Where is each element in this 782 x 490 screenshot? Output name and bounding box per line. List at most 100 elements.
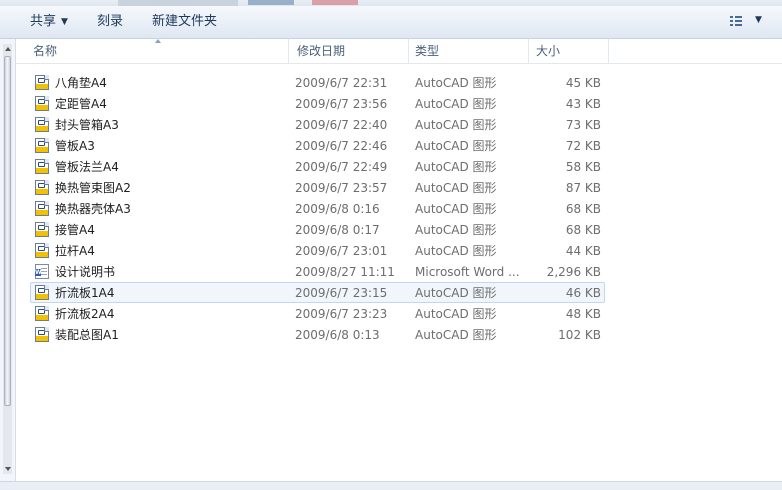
file-row[interactable]: 八角垫A4 2009/6/7 22:31 AutoCAD 图形 45 KB (30, 72, 605, 93)
autocad-dwg-icon (35, 306, 49, 321)
autocad-dwg-icon (35, 243, 49, 258)
file-type: AutoCAD 图形 (415, 286, 497, 300)
command-bar: 共享 ▼ 刻录 新建文件夹 ▼ (0, 6, 782, 39)
scroll-up-arrow-icon[interactable] (5, 47, 11, 51)
file-row[interactable]: 换热器壳体A3 2009/6/8 0:16 AutoCAD 图形 68 KB (30, 198, 605, 219)
file-row[interactable]: 接管A4 2009/6/8 0:17 AutoCAD 图形 68 KB (30, 219, 605, 240)
file-name: 管板法兰A4 (55, 160, 119, 174)
column-header: 名称 修改日期 类型 大小 (16, 39, 782, 64)
file-type: AutoCAD 图形 (415, 307, 497, 321)
file-row[interactable]: 定距管A4 2009/6/7 23:56 AutoCAD 图形 43 KB (30, 93, 605, 114)
column-date-label: 修改日期 (297, 44, 346, 58)
autocad-dwg-icon (35, 159, 49, 174)
file-size: 48 KB (565, 307, 601, 321)
burn-button[interactable]: 刻录 (97, 6, 123, 38)
file-type: AutoCAD 图形 (415, 244, 497, 258)
scroll-down-arrow-icon[interactable] (5, 467, 11, 471)
file-row[interactable]: 换热管束图A2 2009/6/7 23:57 AutoCAD 图形 87 KB (30, 177, 605, 198)
file-type: Microsoft Word ... (415, 265, 520, 279)
file-type: AutoCAD 图形 (415, 139, 497, 153)
file-row[interactable]: 管板法兰A4 2009/6/7 22:49 AutoCAD 图形 58 KB (30, 156, 605, 177)
file-size: 2,296 KB (546, 265, 601, 279)
new-folder-button-label: 新建文件夹 (152, 14, 218, 29)
column-type-label: 类型 (415, 44, 440, 58)
autocad-dwg-icon (35, 96, 49, 111)
file-name: 换热管束图A2 (55, 181, 131, 195)
share-button[interactable]: 共享 ▼ (30, 6, 68, 38)
file-size: 73 KB (565, 118, 601, 132)
column-header-date[interactable]: 修改日期 (289, 39, 409, 63)
chevron-down-icon: ▼ (61, 17, 68, 27)
file-size: 72 KB (565, 139, 601, 153)
navigation-scrollbar-thumb[interactable] (4, 56, 11, 406)
autocad-dwg-icon (35, 285, 49, 300)
file-name: 换热器壳体A3 (55, 202, 131, 216)
file-row[interactable]: W 设计说明书 2009/8/27 11:11 Microsoft Word ... 2… (30, 261, 605, 282)
title-fragment (248, 0, 294, 5)
autocad-dwg-icon (35, 75, 49, 90)
file-name: 八角垫A4 (55, 76, 107, 90)
file-size: 68 KB (565, 202, 601, 216)
file-name: 管板A3 (55, 139, 95, 153)
file-name: 拉杆A4 (55, 244, 95, 258)
autocad-dwg-icon (35, 180, 49, 195)
file-date-modified: 2009/6/7 23:01 (295, 244, 388, 258)
change-view-button[interactable]: ▼ (727, 15, 767, 30)
autocad-dwg-icon (35, 117, 49, 132)
share-button-label: 共享 (30, 14, 57, 29)
autocad-dwg-icon (35, 138, 49, 153)
file-date-modified: 2009/6/7 23:23 (295, 307, 388, 321)
file-date-modified: 2009/6/8 0:16 (295, 202, 380, 216)
file-date-modified: 2009/6/7 22:31 (295, 76, 388, 90)
file-size: 43 KB (565, 97, 601, 111)
title-fragment-2 (312, 0, 358, 5)
file-size: 58 KB (565, 160, 601, 174)
file-name: 接管A4 (55, 223, 95, 237)
file-list: 八角垫A4 2009/6/7 22:31 AutoCAD 图形 45 KB 定距管A4 2… (30, 72, 610, 345)
file-size: 102 KB (558, 328, 601, 342)
file-type: AutoCAD 图形 (415, 160, 497, 174)
file-date-modified: 2009/6/7 23:56 (295, 97, 388, 111)
file-date-modified: 2009/8/27 11:11 (295, 265, 395, 279)
file-type: AutoCAD 图形 (415, 118, 497, 132)
file-name: 折流板1A4 (55, 286, 115, 300)
file-name: 设计说明书 (55, 265, 116, 279)
file-type: AutoCAD 图形 (415, 328, 497, 342)
file-row[interactable]: 装配总图A1 2009/6/8 0:13 AutoCAD 图形 102 KB (30, 324, 605, 345)
file-date-modified: 2009/6/7 23:57 (295, 181, 388, 195)
details-view-icon (730, 16, 742, 28)
file-row[interactable]: 拉杆A4 2009/6/7 23:01 AutoCAD 图形 44 KB (30, 240, 605, 261)
column-header-size[interactable]: 大小 (529, 39, 609, 63)
file-type: AutoCAD 图形 (415, 181, 497, 195)
chevron-down-icon: ▼ (755, 15, 762, 25)
new-folder-button[interactable]: 新建文件夹 (152, 6, 217, 38)
file-row[interactable]: 折流板2A4 2009/6/7 23:23 AutoCAD 图形 48 KB (30, 303, 605, 324)
file-size: 46 KB (565, 286, 601, 300)
word-doc-icon: W (35, 264, 49, 279)
file-row[interactable]: 折流板1A4 2009/6/7 23:15 AutoCAD 图形 46 KB (30, 282, 605, 303)
file-row[interactable]: 管板A3 2009/6/7 22:46 AutoCAD 图形 72 KB (30, 135, 605, 156)
file-size: 44 KB (565, 244, 601, 258)
file-size: 87 KB (565, 181, 601, 195)
column-header-type[interactable]: 类型 (409, 39, 529, 63)
column-name-label: 名称 (33, 44, 58, 58)
column-header-name[interactable]: 名称 (16, 39, 289, 63)
file-type: AutoCAD 图形 (415, 97, 497, 111)
file-name: 定距管A4 (55, 97, 107, 111)
file-date-modified: 2009/6/8 0:13 (295, 328, 380, 342)
file-date-modified: 2009/6/7 22:40 (295, 118, 388, 132)
autocad-dwg-icon (35, 201, 49, 216)
file-date-modified: 2009/6/7 22:49 (295, 160, 388, 174)
autocad-dwg-icon (35, 327, 49, 342)
file-name: 折流板2A4 (55, 307, 115, 321)
file-date-modified: 2009/6/7 23:15 (295, 286, 388, 300)
sort-ascending-icon (155, 39, 161, 43)
file-size: 68 KB (565, 223, 601, 237)
file-type: AutoCAD 图形 (415, 202, 497, 216)
file-name: 封头管箱A3 (55, 118, 119, 132)
file-date-modified: 2009/6/8 0:17 (295, 223, 380, 237)
file-type: AutoCAD 图形 (415, 223, 497, 237)
file-row[interactable]: 封头管箱A3 2009/6/7 22:40 AutoCAD 图形 73 KB (30, 114, 605, 135)
file-date-modified: 2009/6/7 22:46 (295, 139, 388, 153)
file-name: 装配总图A1 (55, 328, 119, 342)
